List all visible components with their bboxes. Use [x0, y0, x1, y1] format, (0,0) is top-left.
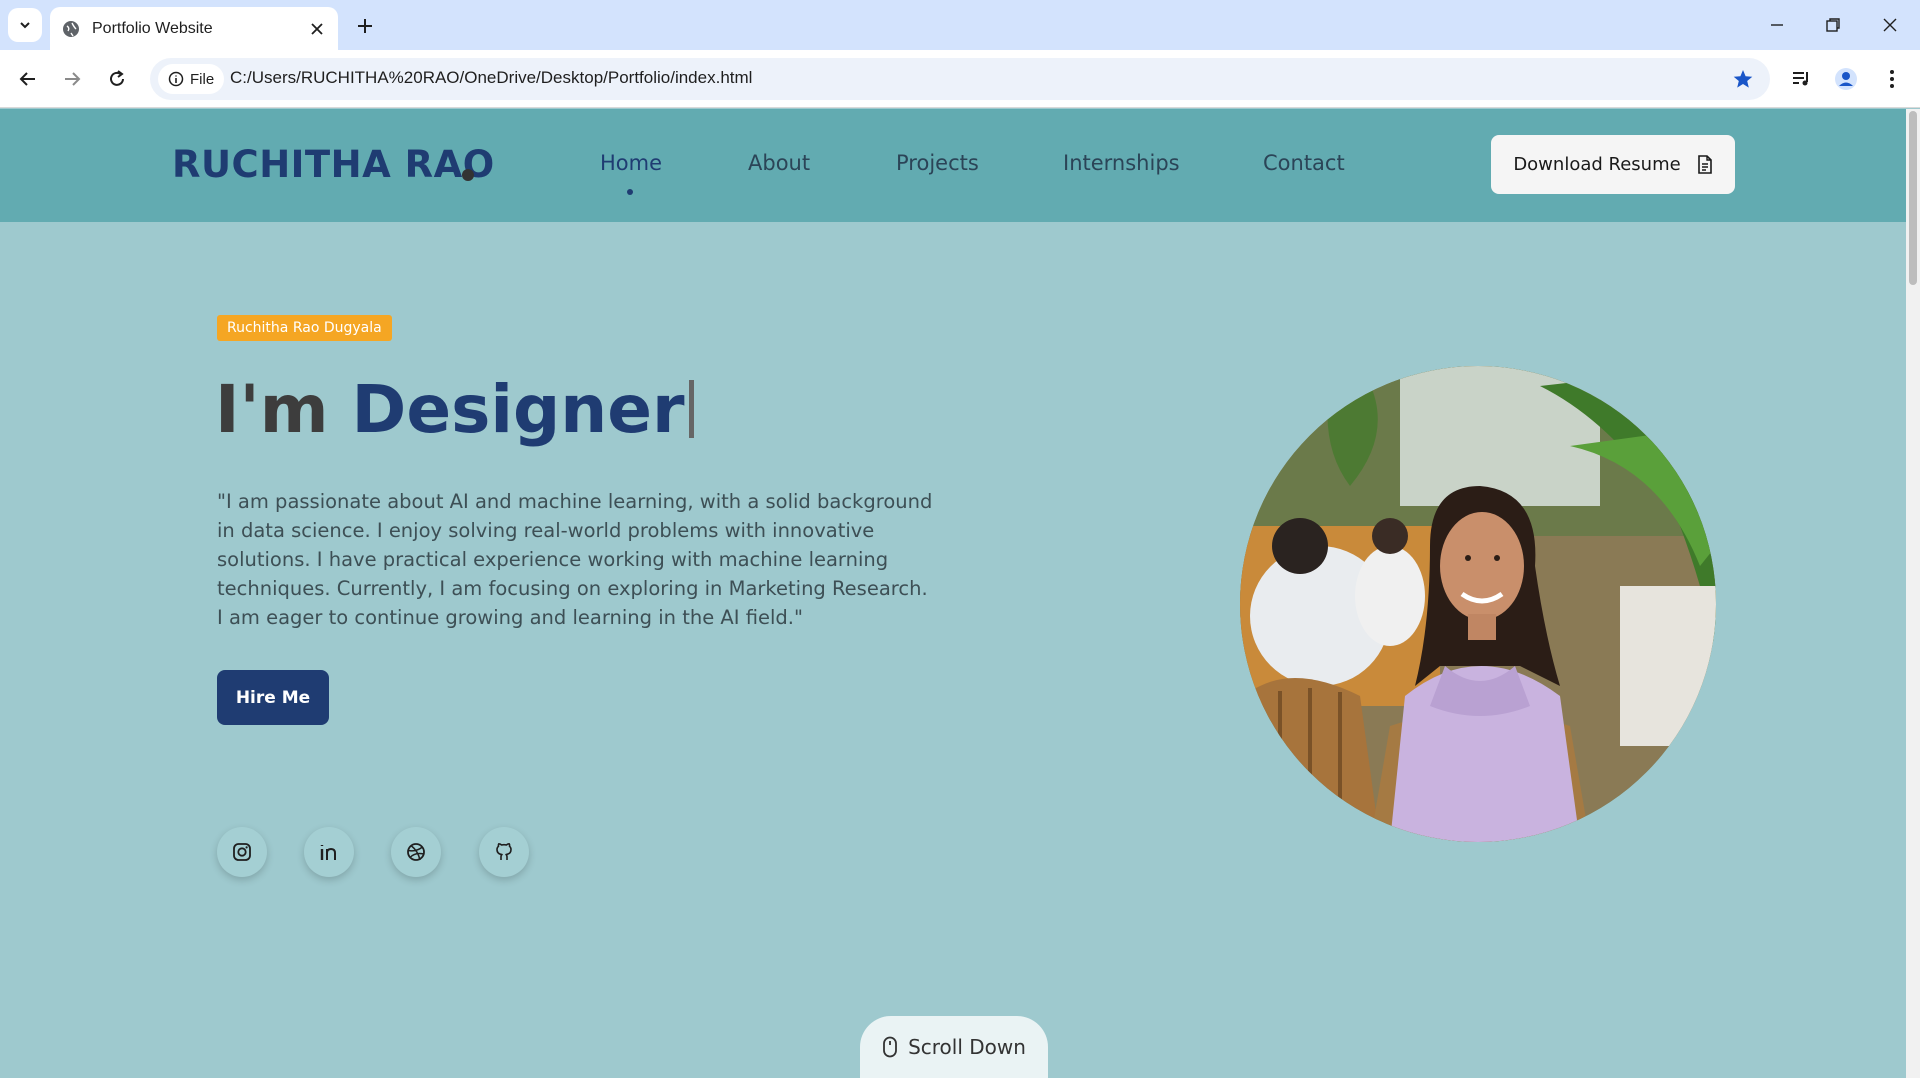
chevron-down-icon: [20, 22, 30, 29]
name-badge: Ruchitha Rao Dugyala: [217, 315, 392, 341]
hero-headline: I'm Designer: [215, 371, 694, 448]
bookmark-star-icon[interactable]: [1732, 68, 1754, 90]
new-tab-button[interactable]: [352, 13, 378, 39]
arrow-left-icon: [19, 72, 35, 86]
forward-button[interactable]: [58, 65, 86, 93]
globe-icon: [63, 20, 79, 37]
arrow-right-icon: [65, 72, 81, 86]
logo-dot: [462, 169, 474, 181]
scroll-down-label: Scroll Down: [908, 1035, 1026, 1059]
nav-about[interactable]: About: [748, 151, 810, 175]
profile-photo: [1240, 366, 1716, 842]
reload-button[interactable]: [103, 65, 131, 93]
headline-prefix: I'm: [215, 371, 329, 448]
linkedin-link[interactable]: [304, 827, 354, 877]
site-logo[interactable]: RUCHITHA RAO: [172, 143, 495, 186]
reload-icon: [110, 70, 124, 86]
headline-role: Designer: [351, 371, 685, 448]
url-text: C:/Users/RUCHITHA%20RAO/OneDrive/Desktop…: [230, 68, 753, 87]
dribbble-icon: [407, 843, 425, 861]
instagram-link[interactable]: [217, 827, 267, 877]
browser-tab-bar: Portfolio Website: [0, 0, 1920, 50]
nav-projects[interactable]: Projects: [896, 151, 979, 175]
profile-button[interactable]: [1832, 65, 1860, 93]
restore-button[interactable]: [1820, 12, 1846, 38]
typing-cursor: [688, 380, 694, 438]
close-tab-icon[interactable]: [308, 20, 326, 38]
site-info-chip[interactable]: File: [158, 64, 225, 94]
hire-me-button[interactable]: Hire Me: [217, 670, 329, 725]
close-window-button[interactable]: [1877, 12, 1903, 38]
active-nav-indicator: [627, 189, 633, 195]
media-control-button[interactable]: [1787, 65, 1815, 93]
tab-title: Portfolio Website: [92, 19, 213, 37]
plus-icon: [358, 19, 372, 33]
close-icon: [1883, 18, 1897, 32]
minimize-icon: [1771, 24, 1783, 26]
nav-home[interactable]: Home: [600, 151, 662, 175]
menu-button[interactable]: [1878, 65, 1906, 93]
scroll-down-button[interactable]: Scroll Down: [860, 1016, 1048, 1078]
back-button[interactable]: [14, 65, 42, 93]
hero-bio: "I am passionate about AI and machine le…: [217, 490, 933, 629]
browser-tab[interactable]: Portfolio Website: [50, 7, 338, 50]
dribbble-link[interactable]: [391, 827, 441, 877]
github-link[interactable]: [479, 827, 529, 877]
address-bar[interactable]: File C:/Users/RUCHITHA%20RAO/OneDrive/De…: [150, 58, 1770, 100]
page-viewport: RUCHITHA RAO Home About Projects Interns…: [0, 109, 1906, 1078]
minimize-button[interactable]: [1764, 12, 1790, 38]
mouse-icon: [883, 1036, 897, 1058]
tab-search-button[interactable]: [8, 8, 42, 42]
info-icon: [168, 71, 184, 87]
profile-photo-illustration: [1240, 366, 1716, 842]
download-resume-label: Download Resume: [1513, 154, 1681, 175]
playlist-icon: [1793, 72, 1808, 86]
avatar-icon: [1835, 68, 1857, 90]
instagram-icon: [233, 843, 251, 861]
site-header: RUCHITHA RAO Home About Projects Interns…: [0, 109, 1906, 222]
nav-contact[interactable]: Contact: [1263, 151, 1345, 175]
document-icon: [1697, 155, 1712, 174]
scrollbar-thumb[interactable]: [1909, 111, 1917, 285]
kebab-menu-icon: [1890, 70, 1894, 88]
browser-toolbar: File C:/Users/RUCHITHA%20RAO/OneDrive/De…: [0, 50, 1920, 108]
github-icon: [496, 843, 512, 860]
site-info-label: File: [190, 70, 215, 88]
restore-icon: [1826, 18, 1840, 32]
nav-internships[interactable]: Internships: [1063, 151, 1180, 175]
page-scrollbar[interactable]: [1906, 109, 1920, 1078]
download-resume-button[interactable]: Download Resume: [1491, 135, 1735, 194]
linkedin-icon: [320, 845, 336, 860]
